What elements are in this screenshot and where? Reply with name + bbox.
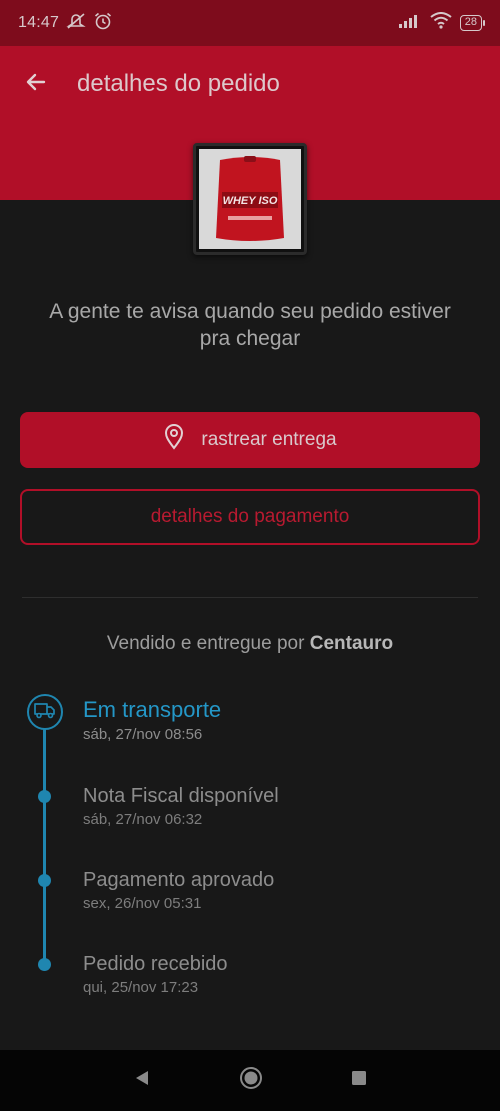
- seller-info: Vendido e entregue por Centauro: [0, 633, 500, 655]
- back-button[interactable]: [22, 70, 50, 98]
- product-thumbnail: WHEY ISO: [193, 143, 307, 255]
- whey-package-icon: WHEY ISO: [216, 156, 284, 241]
- status-bar: 14:47 28: [0, 0, 500, 46]
- event-name: Em transporte: [83, 697, 222, 722]
- seller-name: Centauro: [309, 633, 394, 654]
- timeline-event: Pedido recebido qui, 25/nov 17:23: [83, 953, 228, 996]
- timeline-dot: [38, 958, 51, 971]
- battery-icon: 28: [459, 15, 486, 31]
- event-date: sáb, 27/nov 08:56: [83, 726, 203, 743]
- event-date: sáb, 27/nov 06:32: [83, 811, 203, 828]
- timeline-event: Pagamento aprovado sex, 26/nov 05:31: [83, 869, 274, 912]
- alarm-icon: [93, 11, 113, 36]
- timeline-line: [43, 728, 46, 964]
- track-delivery-button[interactable]: rastrear entrega: [20, 412, 480, 468]
- nav-recents-icon[interactable]: [351, 1070, 367, 1091]
- nav-home-icon[interactable]: [239, 1066, 263, 1095]
- product-image: WHEY ISO: [199, 149, 301, 249]
- mute-icon: [65, 12, 87, 35]
- delivery-notice: A gente te avisa quando seu pedido estiv…: [49, 300, 451, 350]
- event-name: Pedido recebido: [83, 953, 228, 975]
- product-brand-label: WHEY ISO: [223, 195, 278, 207]
- status-time: 14:47: [18, 14, 60, 31]
- nav-back-icon[interactable]: [133, 1069, 151, 1092]
- page-title: detalhes do pedido: [77, 70, 280, 97]
- arrow-left-icon: [24, 70, 48, 99]
- truck-status-marker: [27, 694, 63, 730]
- timeline-dot: [38, 790, 51, 803]
- timeline-event: Em transporte sáb, 27/nov 08:56: [83, 697, 221, 743]
- timeline-event: Nota Fiscal disponível sáb, 27/nov 06:32: [83, 785, 279, 828]
- divider: [22, 597, 478, 598]
- track-delivery-label: rastrear entrega: [201, 429, 337, 450]
- event-date: sex, 26/nov 05:31: [83, 895, 202, 912]
- truck-icon: [34, 701, 56, 724]
- location-pin-icon: [163, 424, 185, 456]
- timeline-dot: [38, 874, 51, 887]
- payment-details-button[interactable]: detalhes do pagamento: [20, 489, 480, 545]
- event-name: Nota Fiscal disponível: [83, 785, 279, 807]
- event-name: Pagamento aprovado: [83, 869, 275, 891]
- wifi-icon: [430, 12, 452, 34]
- system-nav-bar: [0, 1050, 500, 1111]
- seller-prefix: Vendido e entregue por: [106, 633, 305, 654]
- event-date: qui, 25/nov 17:23: [83, 979, 199, 996]
- payment-details-label: detalhes do pagamento: [150, 506, 350, 527]
- signal-icon: [398, 13, 422, 34]
